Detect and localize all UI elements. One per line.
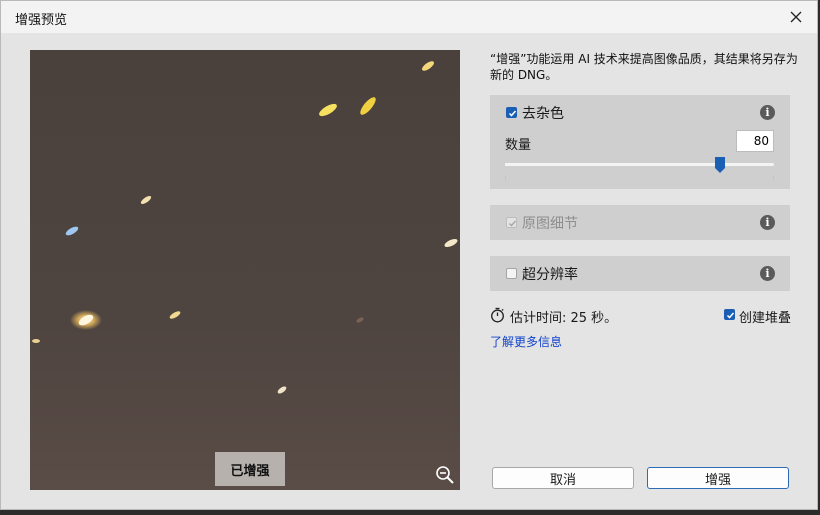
description-text: “增强”功能运用 AI 技术来提高图像品质，其结果将另存为新的 DNG。 bbox=[490, 52, 798, 82]
create-stack-checkbox[interactable] bbox=[724, 309, 735, 320]
amount-slider-fill bbox=[505, 163, 721, 166]
slider-tick bbox=[773, 176, 774, 180]
window-title: 增强预览 bbox=[15, 13, 68, 28]
cancel-button[interactable]: 取消 bbox=[492, 467, 634, 489]
close-icon bbox=[790, 11, 802, 23]
raw-details-info-icon[interactable]: i bbox=[760, 215, 775, 230]
denoise-info-icon[interactable]: i bbox=[760, 105, 775, 120]
super-resolution-checkbox[interactable] bbox=[506, 268, 517, 279]
super-resolution-panel: 超分辨率 i bbox=[490, 256, 790, 291]
amount-slider[interactable] bbox=[505, 163, 774, 166]
zoom-out-icon bbox=[436, 466, 454, 484]
super-resolution-label: 超分辨率 bbox=[522, 267, 578, 283]
checkmark-icon bbox=[726, 312, 735, 319]
preview-image[interactable]: 已增强 bbox=[30, 50, 460, 490]
amount-label: 数量 bbox=[505, 138, 532, 153]
stopwatch-icon bbox=[491, 307, 504, 323]
zoom-out-button[interactable] bbox=[434, 464, 456, 486]
enhanced-badge[interactable]: 已增强 bbox=[215, 452, 285, 486]
preview-photo bbox=[30, 50, 460, 490]
denoise-panel: 去杂色 i 数量 bbox=[490, 95, 790, 189]
slider-thumb-icon bbox=[715, 157, 726, 173]
denoise-checkbox[interactable] bbox=[506, 107, 517, 118]
amount-input[interactable] bbox=[736, 130, 774, 152]
close-button[interactable] bbox=[783, 5, 809, 29]
super-resolution-info-icon[interactable]: i bbox=[760, 266, 775, 281]
slider-ticks bbox=[505, 176, 774, 180]
estimate-text: 估计时间: 25 秒。 bbox=[510, 311, 618, 326]
learn-more-link[interactable]: 了解更多信息 bbox=[490, 333, 562, 350]
checkmark-icon bbox=[508, 110, 517, 117]
raw-details-panel: 原图细节 i bbox=[490, 205, 790, 240]
slider-tick bbox=[505, 176, 506, 180]
checkmark-icon bbox=[508, 220, 517, 227]
denoise-label: 去杂色 bbox=[522, 106, 564, 122]
create-stack-label[interactable]: 创建堆叠 bbox=[739, 307, 791, 326]
raw-details-label: 原图细节 bbox=[522, 216, 578, 232]
title-bar: 增强预览 bbox=[1, 1, 817, 33]
enhance-button[interactable]: 增强 bbox=[647, 467, 789, 489]
amount-slider-thumb[interactable] bbox=[715, 157, 726, 173]
raw-details-checkbox bbox=[506, 217, 517, 228]
